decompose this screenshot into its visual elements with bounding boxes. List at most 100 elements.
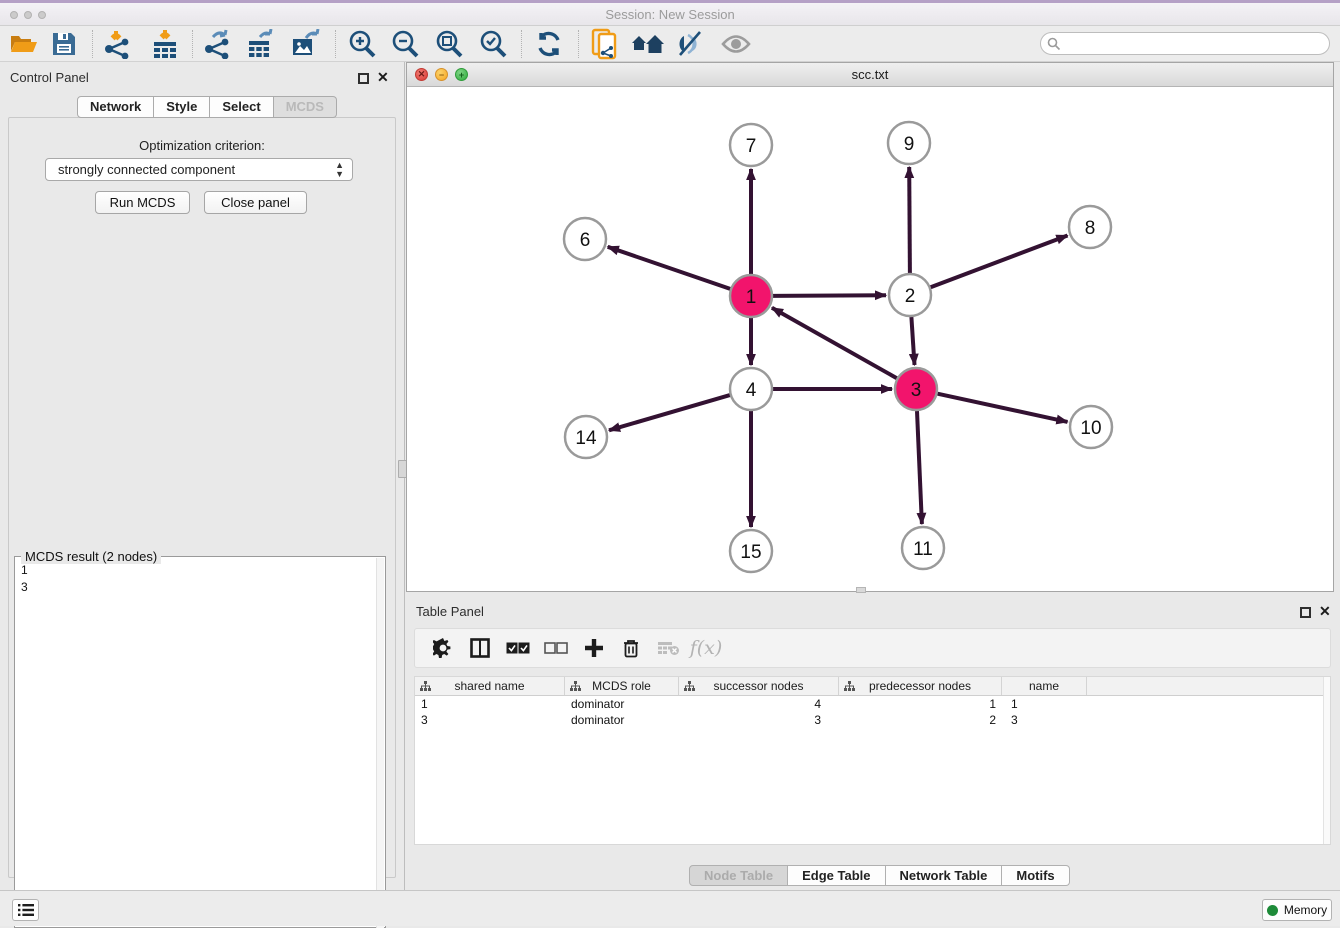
hide-glasses-button[interactable] (671, 27, 711, 61)
plus-icon (584, 638, 604, 658)
table-row[interactable]: 1 dominator 4 1 1 (415, 696, 1330, 712)
graph-node-1[interactable]: 1 (730, 275, 772, 317)
control-panel-float-button[interactable] (358, 71, 369, 89)
export-network-button[interactable] (198, 27, 238, 61)
tab-style[interactable]: Style (154, 96, 210, 118)
svg-text:1: 1 (746, 287, 757, 308)
window-close-button[interactable] (10, 11, 18, 19)
criterion-select[interactable]: strongly connected component ▲▼ (45, 158, 353, 181)
graph-node-14[interactable]: 14 (565, 416, 607, 458)
deselect-all-button[interactable] (538, 629, 574, 667)
export-table-button[interactable] (241, 27, 281, 61)
network-maximize-button[interactable]: + (455, 68, 468, 81)
apply-layout-button[interactable] (529, 27, 569, 61)
tab-select[interactable]: Select (210, 96, 273, 118)
graph-node-4[interactable]: 4 (730, 368, 772, 410)
graph-edge-1-2[interactable] (773, 295, 886, 296)
graph-node-15[interactable]: 15 (730, 530, 772, 572)
graph-node-11[interactable]: 11 (902, 527, 944, 569)
table-row[interactable]: 3 dominator 3 2 3 (415, 712, 1330, 728)
close-panel-button[interactable]: Close panel (204, 191, 307, 214)
tab-mcds[interactable]: MCDS (274, 96, 337, 118)
import-table-button[interactable] (145, 27, 185, 61)
network-frame-resize-handle[interactable] (856, 587, 866, 593)
graph-node-9[interactable]: 9 (888, 122, 930, 164)
column-label: successor nodes (713, 679, 803, 693)
title-bar: Session: New Session (0, 0, 1340, 26)
open-file-button[interactable] (4, 27, 44, 61)
toolbar-separator (335, 30, 336, 58)
graph-node-7[interactable]: 7 (730, 124, 772, 166)
zoom-selected-button[interactable] (473, 27, 513, 61)
table-panel-close-button[interactable]: ✕ (1319, 606, 1331, 617)
column-header-name[interactable]: name (1002, 677, 1087, 695)
delete-column-button[interactable] (613, 629, 649, 667)
zoom-fit-button[interactable] (429, 27, 469, 61)
network-window: ✕ − + scc.txt 7 9 6 8 1 2 4 3 14 10 15 11 (406, 62, 1334, 592)
graph-edge-2-8[interactable] (931, 236, 1068, 288)
column-header-predecessor-nodes[interactable]: predecessor nodes (839, 677, 1002, 695)
tab-network-table[interactable]: Network Table (886, 865, 1003, 886)
table-scrollbar[interactable] (1323, 677, 1330, 844)
cell-successor-nodes: 4 (679, 696, 839, 712)
column-header-shared-name[interactable]: shared name (415, 677, 565, 695)
memory-button[interactable]: Memory (1262, 899, 1332, 921)
control-panel-tab-bar: Network Style Select MCDS (77, 96, 337, 118)
graph-edge-3-11[interactable] (917, 411, 922, 524)
checked-boxes-icon (506, 642, 530, 654)
export-image-button[interactable] (285, 27, 325, 61)
network-graph[interactable]: 7 9 6 8 1 2 4 3 14 10 15 11 (407, 87, 1333, 591)
network-minimize-button[interactable]: − (435, 68, 448, 81)
graph-node-2[interactable]: 2 (889, 274, 931, 316)
tab-edge-table[interactable]: Edge Table (788, 865, 885, 886)
add-column-button[interactable] (576, 629, 612, 667)
select-stepper-icon: ▲▼ (335, 161, 344, 179)
graph-node-10[interactable]: 10 (1070, 406, 1112, 448)
table-panel-float-button[interactable] (1300, 605, 1311, 623)
graph-edge-3-10[interactable] (938, 394, 1068, 422)
search-input[interactable] (1061, 36, 1329, 52)
control-panel-close-button[interactable]: ✕ (377, 72, 389, 83)
graph-node-3[interactable]: 3 (895, 368, 937, 410)
search-field[interactable] (1040, 32, 1330, 55)
window-zoom-button[interactable] (38, 11, 46, 19)
import-table-icon (150, 29, 180, 59)
show-eye-button[interactable] (716, 27, 756, 61)
tab-network[interactable]: Network (77, 96, 154, 118)
network-canvas[interactable]: 7 9 6 8 1 2 4 3 14 10 15 11 (407, 87, 1333, 591)
clone-network-button[interactable] (585, 27, 625, 61)
graph-edge-2-9[interactable] (909, 167, 910, 273)
save-session-button[interactable] (44, 27, 84, 61)
graph-edge-3-1[interactable] (772, 308, 897, 378)
tab-motifs[interactable]: Motifs (1002, 865, 1069, 886)
tab-node-table[interactable]: Node Table (689, 865, 788, 886)
graph-edge-2-3[interactable] (911, 317, 914, 365)
zoom-in-button[interactable] (342, 27, 382, 61)
mcds-result-legend: MCDS result (2 nodes) (21, 549, 161, 564)
optimization-criterion-label: Optimization criterion: (9, 138, 395, 153)
select-all-button[interactable] (500, 629, 536, 667)
network-window-titlebar[interactable]: ✕ − + scc.txt (407, 63, 1333, 87)
table-toolbar: f(x) (414, 628, 1331, 668)
run-mcds-button[interactable]: Run MCDS (95, 191, 190, 214)
network-close-button[interactable]: ✕ (415, 68, 428, 81)
table-panel: Table Panel ✕ (406, 596, 1340, 890)
table-settings-button[interactable] (425, 629, 461, 667)
zoom-out-button[interactable] (385, 27, 425, 61)
import-network-button[interactable] (98, 27, 138, 61)
node-table-header: shared name MCDS role successor nodes pr… (415, 677, 1330, 696)
function-builder-button[interactable]: f(x) (688, 629, 724, 667)
graph-node-6[interactable]: 6 (564, 218, 606, 260)
window-minimize-button[interactable] (24, 11, 32, 19)
graph-node-8[interactable]: 8 (1069, 206, 1111, 248)
home-button[interactable] (628, 27, 668, 61)
log-console-button[interactable] (12, 899, 39, 921)
column-header-mcds-role[interactable]: MCDS role (565, 677, 679, 695)
delete-table-button[interactable] (651, 629, 687, 667)
float-icon (1300, 607, 1311, 618)
mcds-result-scrollbar[interactable] (376, 558, 384, 928)
graph-edge-4-14[interactable] (609, 395, 730, 430)
graph-edge-1-6[interactable] (608, 247, 731, 289)
split-view-button[interactable] (462, 629, 498, 667)
column-header-successor-nodes[interactable]: successor nodes (679, 677, 839, 695)
